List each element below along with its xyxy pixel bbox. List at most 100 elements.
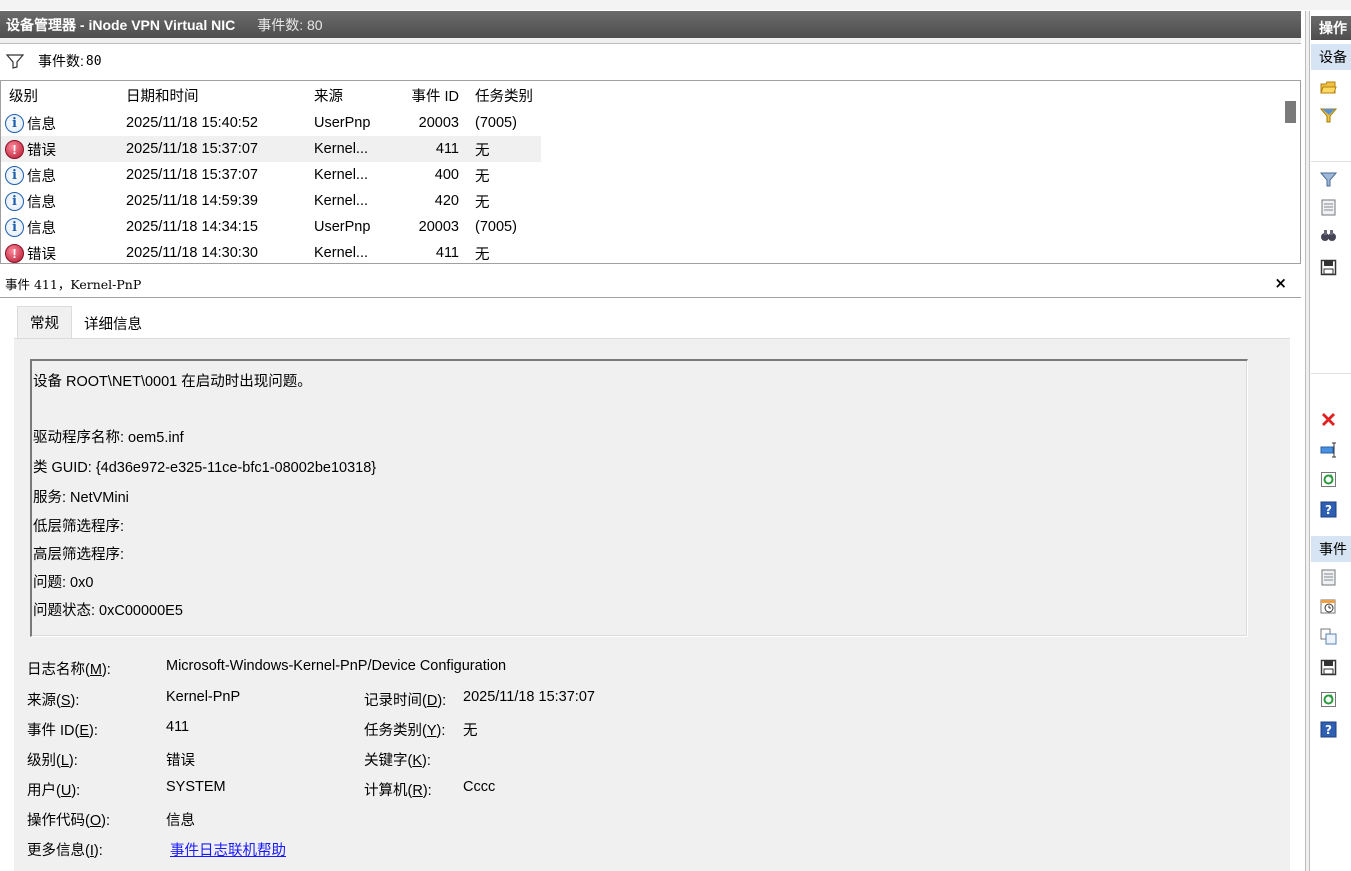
info-icon: i — [5, 217, 24, 237]
logged-label: 记录时间(D): — [364, 693, 447, 709]
event-table-header: 级别 日期和时间 来源 事件 ID 任务类别 — [1, 81, 541, 110]
row-event-id: 20003 — [418, 115, 459, 131]
row-datetime: 2025/11/18 14:30:30 — [126, 245, 258, 261]
filter-count: 80 — [85, 53, 102, 69]
row-level: i 信息 — [1, 162, 118, 188]
desc-line: 问题: 0x0 — [33, 575, 94, 591]
column-datetime[interactable]: 日期和时间 — [118, 81, 306, 110]
event-description[interactable]: 设备 ROOT\NET\0001 在启动时出现问题。 驱动程序名称: oem5.… — [30, 359, 1248, 637]
event-count-title: 事件数: 80 — [257, 16, 323, 33]
svg-text:?: ? — [1325, 723, 1332, 737]
desc-line: 设备 ROOT\NET\0001 在启动时出现问题。 — [33, 374, 312, 390]
refresh-event-icon[interactable] — [1320, 691, 1337, 708]
row-level-text: 信息 — [27, 116, 56, 133]
desc-line: 类 GUID: {4d36e972-e325-11ce-bfc1-08002be… — [33, 460, 377, 476]
filter-icon[interactable] — [6, 53, 24, 69]
event-table: 级别 日期和时间 来源 事件 ID 任务类别 i 信息 2025/11/18 15:… — [1, 81, 541, 263]
save-event-icon[interactable] — [1320, 659, 1337, 676]
delete-icon[interactable] — [1320, 411, 1337, 428]
row-task: (7005) — [475, 115, 517, 131]
svg-text:?: ? — [1325, 503, 1332, 517]
event-row[interactable]: i 信息 2025/11/18 15:37:07 Kernel... 400 无 — [1, 162, 541, 188]
row-level-text: 信息 — [27, 220, 56, 237]
title-divider — [0, 38, 1301, 44]
row-event-id: 411 — [435, 245, 459, 261]
source-value: Kernel-PnP — [166, 689, 241, 705]
row-source: Kernel... — [314, 193, 368, 209]
row-level-text: 错误 — [27, 246, 56, 263]
log-name-label: 日志名称(M): — [27, 662, 111, 678]
column-source[interactable]: 来源 — [306, 81, 391, 110]
actions-pane: 操作 设备 ? 事件 ? — [1311, 11, 1351, 871]
filter-icon[interactable] — [1320, 107, 1337, 124]
row-level: ! 错误 — [1, 240, 118, 263]
row-source: UserPnp — [314, 219, 371, 235]
row-source: UserPnp — [314, 115, 371, 131]
desc-line: 驱动程序名称: oem5.inf — [33, 430, 184, 446]
logged-value: 2025/11/18 15:37:07 — [463, 689, 595, 705]
event-viewer-window: 设备管理器 - iNode VPN Virtual NIC 事件数: 80 事件… — [0, 0, 1351, 871]
filter-label: 事件数 — [38, 53, 80, 69]
copy-icon[interactable] — [1320, 628, 1337, 645]
refresh-icon[interactable] — [1320, 471, 1337, 488]
user-value: SYSTEM — [166, 779, 226, 795]
log-name-value: Microsoft-Windows-Kernel-PnP/Device Conf… — [166, 658, 507, 674]
row-level: i 信息 — [1, 110, 118, 136]
row-task: (7005) — [475, 219, 517, 235]
filter-clear-icon[interactable] — [1320, 171, 1337, 188]
tab-general[interactable]: 常规 — [17, 306, 72, 338]
row-event-id: 400 — [434, 167, 459, 183]
row-event-id: 411 — [391, 136, 467, 162]
filter-colon: : — [80, 53, 84, 69]
column-task[interactable]: 任务类别 — [467, 81, 541, 110]
section-divider — [1311, 161, 1351, 162]
event-id-label: 事件 ID(E): — [27, 723, 98, 739]
row-level: i 信息 — [1, 214, 118, 240]
column-level[interactable]: 级别 — [1, 81, 118, 110]
row-task: 无 — [475, 168, 490, 185]
event-row[interactable]: i 信息 2025/11/18 14:34:15 UserPnp 20003 (7005) — [1, 214, 541, 240]
event-list[interactable]: 级别 日期和时间 来源 事件 ID 任务类别 i 信息 2025/11/18 15:… — [0, 80, 1301, 264]
source-label: 来源(S): — [27, 693, 80, 709]
attach-task-icon[interactable] — [1320, 598, 1337, 615]
event-row[interactable]: i 信息 2025/11/18 15:40:52 UserPnp 20003 (7005) — [1, 110, 541, 136]
row-task: 无 — [467, 136, 541, 162]
row-level-text: 信息 — [27, 168, 56, 185]
row-datetime: 2025/11/18 14:59:39 — [126, 193, 258, 209]
save-icon[interactable] — [1320, 259, 1337, 276]
help-icon[interactable]: ? — [1320, 501, 1337, 518]
tab-details[interactable]: 详细信息 — [72, 308, 154, 338]
row-level: i 信息 — [1, 188, 118, 214]
event-properties-icon[interactable] — [1320, 569, 1337, 586]
level-value: 错误 — [166, 753, 195, 769]
event-detail-header: 事件 411，Kernel-PnP × — [0, 270, 1301, 298]
desc-line: 高层筛选程序: — [33, 547, 125, 563]
scrollbar-thumb[interactable] — [1285, 101, 1296, 123]
desc-line: 问题状态: 0xC00000E5 — [33, 603, 183, 619]
row-source: Kernel... — [314, 245, 368, 261]
actions-section-device[interactable]: 设备 — [1311, 44, 1351, 70]
column-event-id[interactable]: 事件 ID — [391, 81, 467, 110]
event-row[interactable]: ! 错误 2025/11/18 14:30:30 Kernel... 411 无 — [1, 240, 541, 263]
info-icon: i — [5, 165, 24, 185]
close-icon[interactable]: × — [1274, 274, 1287, 292]
opcode-value: 信息 — [166, 813, 195, 829]
level-label: 级别(L): — [27, 753, 78, 769]
online-help-link[interactable]: 事件日志联机帮助 — [170, 839, 286, 860]
row-level-text: 信息 — [27, 194, 56, 211]
pane-splitter[interactable] — [1305, 11, 1310, 871]
panel-title: 设备管理器 - iNode VPN Virtual NIC — [6, 16, 236, 33]
event-row[interactable]: ! 错误 2025/11/18 15:37:07 Kernel... 411 无 — [1, 136, 541, 162]
find-icon[interactable] — [1320, 227, 1337, 244]
more-info-label: 更多信息(I): — [27, 843, 103, 859]
help-event-icon[interactable]: ? — [1320, 721, 1337, 738]
row-level-text: 错误 — [27, 142, 56, 159]
event-row[interactable]: i 信息 2025/11/18 14:59:39 Kernel... 420 无 — [1, 188, 541, 214]
open-folder-icon[interactable] — [1320, 79, 1337, 96]
actions-section-event[interactable]: 事件 — [1311, 536, 1351, 562]
row-level: ! 错误 — [1, 136, 118, 162]
row-task: 无 — [475, 194, 490, 211]
rename-icon[interactable] — [1320, 441, 1337, 458]
properties-icon[interactable] — [1320, 199, 1337, 216]
section-divider — [1311, 373, 1351, 374]
